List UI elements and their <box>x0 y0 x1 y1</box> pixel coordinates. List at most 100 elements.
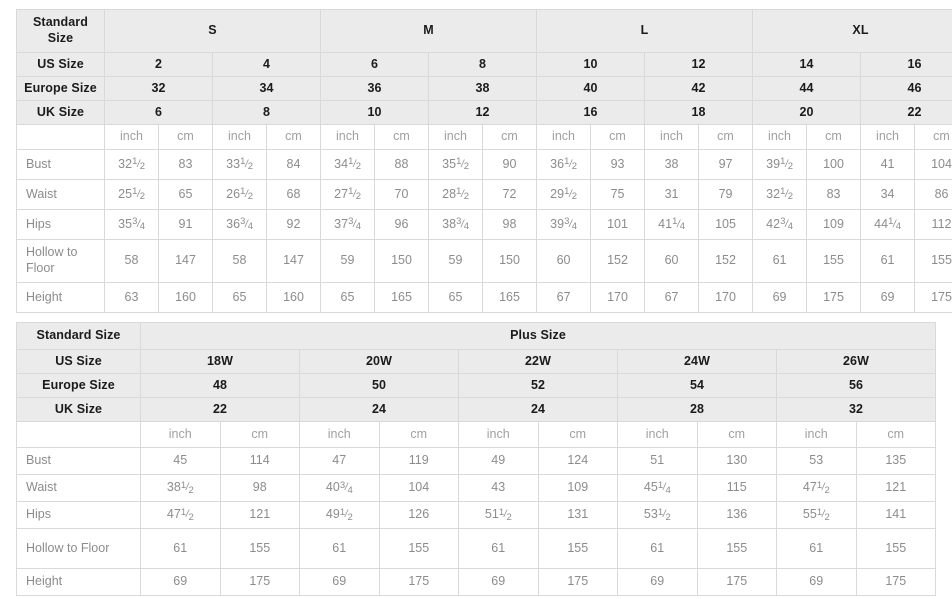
unit-inch: inch <box>536 124 592 150</box>
plus-unit-inch: inch <box>299 421 380 448</box>
measurement-value: 383/4 <box>428 209 483 240</box>
plus-measurement-value: 98 <box>219 474 300 502</box>
us-size-value: 8 <box>427 52 538 77</box>
plus-measurement-row: Bust 45 114 47 119 49 124 51 130 53 135 <box>16 447 937 475</box>
size-group-l: L <box>536 9 754 53</box>
measurement-label-height: Height <box>16 282 105 313</box>
us-size-value: 12 <box>644 52 754 77</box>
measurement-value: 175 <box>914 282 952 313</box>
uk-size-value: 10 <box>320 100 429 125</box>
measurement-value: 75 <box>590 179 646 210</box>
measurement-value: 165 <box>481 282 538 313</box>
plus-measurement-value: 451/4 <box>617 474 698 502</box>
measurement-value: 147 <box>266 239 321 283</box>
unit-inch: inch <box>212 124 267 150</box>
plus-size-title: Plus Size <box>139 322 937 350</box>
unit-cm: cm <box>590 124 646 150</box>
plus-table-body: Standard Size Plus Size US Size 18W 20W 22… <box>16 322 937 596</box>
plus-unit-inch: inch <box>140 421 221 448</box>
plus-measurement-value: 551/2 <box>776 501 857 529</box>
size-chart-page: Standard Size S M L XL US Size 2 4 6 8 10 12 14 16… <box>0 0 952 599</box>
measurement-value: 441/4 <box>860 209 916 240</box>
unit-cm: cm <box>266 124 321 150</box>
measurement-value: 175 <box>806 282 862 313</box>
unit-inch: inch <box>644 124 700 150</box>
measurement-value: 150 <box>374 239 429 283</box>
measurement-value: 165 <box>374 282 429 313</box>
measurement-value: 67 <box>644 282 700 313</box>
measurement-value: 38 <box>644 149 700 180</box>
plus-europe-size-value: 52 <box>458 373 618 398</box>
table-gap-divider <box>16 313 935 322</box>
plus-measurement-row: Hips 471/2 121 491/2 126 511/2 131 531/2 136 551/… <box>16 501 937 529</box>
plus-measurement-value: 114 <box>219 447 300 475</box>
us-size-value: 2 <box>104 52 213 77</box>
measurement-value: 97 <box>698 149 754 180</box>
plus-measurement-value: 104 <box>378 474 459 502</box>
europe-size-value: 46 <box>860 76 952 101</box>
measurement-value: 281/2 <box>428 179 483 210</box>
plus-measurement-value: 175 <box>219 568 300 596</box>
measurement-value: 34 <box>860 179 916 210</box>
plus-uk-size-value: 22 <box>140 397 300 422</box>
measurement-value: 65 <box>320 282 375 313</box>
uk-size-value: 22 <box>860 100 952 125</box>
standard-europe-size-row: Europe Size 32 34 36 38 40 42 44 46 <box>16 76 952 101</box>
measurement-value: 91 <box>158 209 213 240</box>
measurement-value: 88 <box>374 149 429 180</box>
unit-cm: cm <box>374 124 429 150</box>
plus-uk-size-label: UK Size <box>16 397 141 422</box>
measurement-value: 155 <box>914 239 952 283</box>
measurement-value: 170 <box>698 282 754 313</box>
unit-inch: inch <box>320 124 375 150</box>
plus-europe-size-row: Europe Size 48 50 52 54 56 <box>16 373 937 398</box>
measurement-row: Bust 321/2 83 331/2 84 341/2 88 351/2 90 361/2 93 3… <box>16 149 952 180</box>
plus-measurement-value: 45 <box>140 447 221 475</box>
plus-uk-size-value: 24 <box>299 397 459 422</box>
measurement-label-hollow-to-floor: Hollow to Floor <box>16 239 105 283</box>
measurement-value: 83 <box>158 149 213 180</box>
standard-group-row: Standard Size S M L XL <box>16 9 952 53</box>
us-size-value: 4 <box>212 52 321 77</box>
standard-size-table: Standard Size S M L XL US Size 2 4 6 8 10 12 14 16… <box>16 9 952 313</box>
measurement-row: Hips 353/4 91 363/4 92 373/4 96 383/4 98 393/4 101… <box>16 209 952 240</box>
standard-uk-size-row: UK Size 6 8 10 12 16 18 20 22 <box>16 100 952 125</box>
plus-measurement-value: 69 <box>458 568 539 596</box>
measurement-value: 361/2 <box>536 149 592 180</box>
uk-size-value: 12 <box>427 100 538 125</box>
measurement-value: 65 <box>212 282 267 313</box>
plus-measurement-value: 471/2 <box>776 474 857 502</box>
measurement-value: 147 <box>158 239 213 283</box>
us-size-value: 14 <box>752 52 862 77</box>
plus-uk-size-value: 28 <box>617 397 777 422</box>
measurement-value: 160 <box>158 282 213 313</box>
measurement-value: 271/2 <box>320 179 375 210</box>
europe-size-value: 34 <box>212 76 321 101</box>
measurement-value: 60 <box>644 239 700 283</box>
plus-group-row: Standard Size Plus Size <box>16 322 937 350</box>
measurement-value: 291/2 <box>536 179 592 210</box>
measurement-value: 152 <box>698 239 754 283</box>
unit-cm: cm <box>914 124 952 150</box>
plus-measurement-value: 49 <box>458 447 539 475</box>
standard-us-size-row: US Size 2 4 6 8 10 12 14 16 <box>16 52 952 77</box>
uk-size-value: 8 <box>212 100 321 125</box>
us-size-label: US Size <box>16 52 105 77</box>
plus-measurement-value: 491/2 <box>299 501 380 529</box>
plus-measurement-value: 155 <box>219 528 300 569</box>
measurement-value: 393/4 <box>536 209 592 240</box>
unit-row-spacer <box>16 124 105 150</box>
plus-measurement-value: 471/2 <box>140 501 221 529</box>
unit-inch: inch <box>752 124 808 150</box>
size-group-s: S <box>104 9 321 53</box>
plus-europe-size-value: 54 <box>617 373 777 398</box>
plus-measurement-value: 131 <box>537 501 618 529</box>
europe-size-value: 42 <box>644 76 754 101</box>
plus-measurement-value: 175 <box>537 568 618 596</box>
measurement-value: 104 <box>914 149 952 180</box>
plus-europe-size-value: 56 <box>775 373 937 398</box>
plus-unit-cm: cm <box>537 421 618 448</box>
uk-size-label: UK Size <box>16 100 105 125</box>
measurement-value: 341/2 <box>320 149 375 180</box>
plus-measurement-value: 121 <box>855 474 937 502</box>
